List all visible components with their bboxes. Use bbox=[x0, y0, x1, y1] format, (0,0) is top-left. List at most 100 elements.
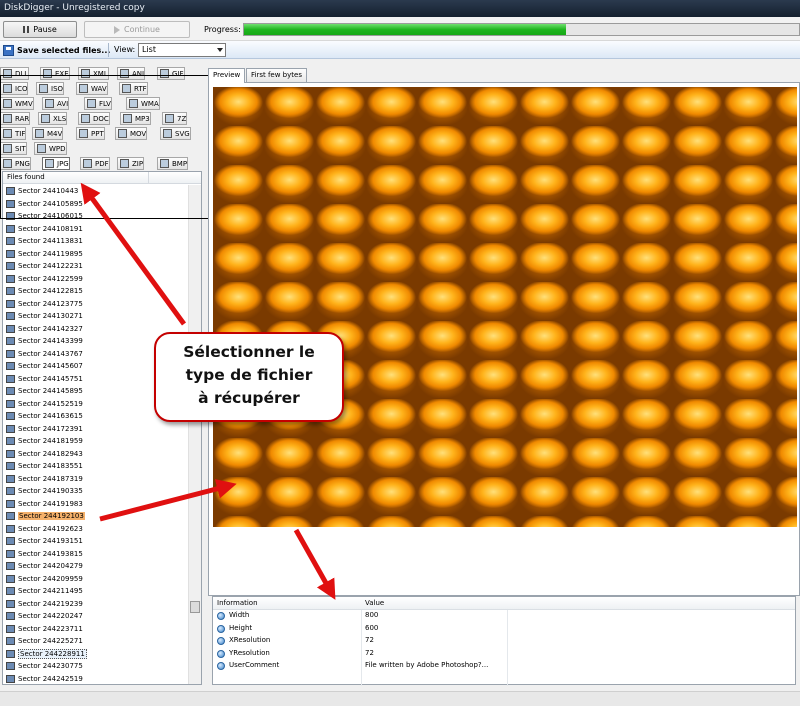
file-row[interactable]: Sector 244230775 bbox=[3, 660, 188, 673]
file-row[interactable]: Sector 244123775 bbox=[3, 298, 188, 311]
info-row[interactable]: Height 600 bbox=[213, 623, 795, 636]
file-type-tab-svg[interactable]: SVG bbox=[160, 127, 191, 140]
file-type-label: ICO bbox=[15, 84, 28, 93]
image-file-icon bbox=[6, 574, 15, 583]
file-type-tab-mov[interactable]: MOV bbox=[115, 127, 148, 140]
file-type-tab-xml[interactable]: XML bbox=[78, 67, 109, 80]
save-selected-button[interactable]: Save selected files... bbox=[3, 43, 110, 57]
file-row[interactable]: Sector 244130271 bbox=[3, 310, 188, 323]
info-value: 72 bbox=[365, 636, 374, 644]
file-name: Sector 244192103 bbox=[18, 512, 85, 521]
file-row[interactable]: Sector 244219239 bbox=[3, 598, 188, 611]
info-header-information[interactable]: Information bbox=[217, 599, 258, 607]
file-type-tab-bmp[interactable]: BMP bbox=[157, 157, 189, 170]
file-type-tab-wpd[interactable]: WPD bbox=[34, 142, 67, 155]
tab-preview[interactable]: Preview bbox=[208, 68, 246, 83]
file-type-label: GIF bbox=[172, 69, 184, 78]
file-row[interactable]: Sector 244187319 bbox=[3, 473, 188, 486]
file-row[interactable]: Sector 244182943 bbox=[3, 448, 188, 461]
file-name: Sector 244143399 bbox=[18, 337, 83, 346]
file-type-tab-m4v[interactable]: M4V bbox=[32, 127, 64, 140]
files-found-header[interactable]: Files found bbox=[3, 172, 149, 183]
file-type-tab-doc[interactable]: DOC bbox=[78, 112, 110, 125]
file-row[interactable]: Sector 244122815 bbox=[3, 285, 188, 298]
file-type-tab-jpg[interactable]: JPG bbox=[42, 157, 70, 170]
file-name: Sector 244204279 bbox=[18, 562, 83, 571]
file-row[interactable]: Sector 244119895 bbox=[3, 248, 188, 261]
file-type-tab-tif[interactable]: TIF bbox=[0, 127, 27, 140]
info-header-value[interactable]: Value bbox=[365, 599, 384, 607]
file-row[interactable]: Sector 244105895 bbox=[3, 198, 188, 211]
file-row[interactable]: Sector 244204279 bbox=[3, 560, 188, 573]
file-type-tab-ppt[interactable]: PPT bbox=[76, 127, 105, 140]
file-type-tab-mp3[interactable]: MP3 bbox=[120, 112, 151, 125]
file-row[interactable]: Sector 244113831 bbox=[3, 235, 188, 248]
tab-first-few-bytes[interactable]: First few bytes bbox=[246, 68, 307, 82]
pause-icon bbox=[23, 26, 30, 33]
file-row[interactable]: Sector 244122231 bbox=[3, 260, 188, 273]
file-type-tab-wma[interactable]: WMA bbox=[126, 97, 160, 110]
file-type-label: ISO bbox=[51, 84, 64, 93]
file-type-label: XML bbox=[93, 69, 108, 78]
file-type-tab-zip[interactable]: ZIP bbox=[117, 157, 145, 170]
info-row[interactable]: XResolution 72 bbox=[213, 635, 795, 648]
file-row[interactable]: Sector 244223711 bbox=[3, 623, 188, 636]
file-type-tab-ico[interactable]: ICO bbox=[0, 82, 29, 95]
file-type-tab-sit[interactable]: SIT bbox=[0, 142, 27, 155]
file-row[interactable]: Sector 244181959 bbox=[3, 435, 188, 448]
file-row[interactable]: Sector 244190335 bbox=[3, 485, 188, 498]
file-row[interactable]: Sector 244209959 bbox=[3, 573, 188, 586]
file-row[interactable]: Sector 244225271 bbox=[3, 635, 188, 648]
file-row[interactable]: Sector 244228911 bbox=[3, 648, 188, 661]
view-select[interactable]: List bbox=[138, 43, 226, 57]
save-label: Save selected files... bbox=[17, 45, 111, 55]
file-type-tab-wmv[interactable]: WMV bbox=[0, 97, 34, 110]
files-scrollbar[interactable] bbox=[188, 185, 201, 684]
file-row[interactable]: Sector 244191983 bbox=[3, 498, 188, 511]
file-type-tab-wav[interactable]: WAV bbox=[76, 82, 108, 95]
info-row[interactable]: YResolution 72 bbox=[213, 648, 795, 661]
file-type-tab-iso[interactable]: ISO bbox=[36, 82, 65, 95]
file-type-tab-dll[interactable]: DLL bbox=[0, 67, 30, 80]
info-row[interactable]: UserComment File written by Adobe Photosh… bbox=[213, 660, 795, 673]
file-row[interactable]: Sector 244193815 bbox=[3, 548, 188, 561]
scroll-thumb[interactable] bbox=[190, 601, 200, 613]
file-type-label: RTF bbox=[134, 84, 147, 93]
files-found-list[interactable]: Files found Sector 24410443 Sector 244105… bbox=[2, 171, 202, 685]
file-type-tab-7z[interactable]: 7Z bbox=[162, 112, 188, 125]
file-row[interactable]: Sector 244172391 bbox=[3, 423, 188, 436]
file-row[interactable]: Sector 244106015 bbox=[3, 210, 188, 223]
file-row[interactable]: Sector 244108191 bbox=[3, 223, 188, 236]
pause-button[interactable]: Pause bbox=[3, 21, 77, 38]
file-type-tab-xls[interactable]: XLS bbox=[38, 112, 68, 125]
file-type-tab-png[interactable]: PNG bbox=[0, 157, 31, 170]
file-type-tab-ani[interactable]: ANI bbox=[117, 67, 146, 80]
file-row[interactable]: Sector 244183551 bbox=[3, 460, 188, 473]
file-row[interactable]: Sector 244192623 bbox=[3, 523, 188, 536]
image-file-icon bbox=[6, 324, 15, 333]
file-row[interactable]: Sector 244211495 bbox=[3, 585, 188, 598]
continue-button[interactable]: Continue bbox=[84, 21, 190, 38]
file-row[interactable]: Sector 244242519 bbox=[3, 673, 188, 685]
file-type-label: WPD bbox=[49, 144, 66, 153]
file-row[interactable]: Sector 244192103 bbox=[3, 510, 188, 523]
file-row[interactable]: Sector 244220247 bbox=[3, 610, 188, 623]
file-name: Sector 244181959 bbox=[18, 437, 83, 446]
document-icon bbox=[122, 84, 131, 93]
file-row[interactable]: Sector 244142327 bbox=[3, 323, 188, 336]
file-type-tab-rar[interactable]: RAR bbox=[0, 112, 31, 125]
archive-icon bbox=[120, 159, 129, 168]
spreadsheet-icon bbox=[41, 114, 50, 123]
file-type-tab-rtf[interactable]: RTF bbox=[119, 82, 148, 95]
file-type-tab-gif[interactable]: GIF bbox=[157, 67, 185, 80]
file-type-tab-avi[interactable]: AVI bbox=[42, 97, 70, 110]
info-row[interactable]: Width 800 bbox=[213, 610, 795, 623]
file-type-tab-exe[interactable]: EXE bbox=[40, 67, 70, 80]
file-type-tab-flv[interactable]: FLV bbox=[84, 97, 112, 110]
preview-image bbox=[213, 87, 797, 527]
file-row[interactable]: Sector 244122599 bbox=[3, 273, 188, 286]
file-row[interactable]: Sector 24410443 bbox=[3, 185, 188, 198]
file-name: Sector 244172391 bbox=[18, 424, 83, 433]
file-type-tab-pdf[interactable]: PDF bbox=[80, 157, 110, 170]
file-row[interactable]: Sector 244193151 bbox=[3, 535, 188, 548]
